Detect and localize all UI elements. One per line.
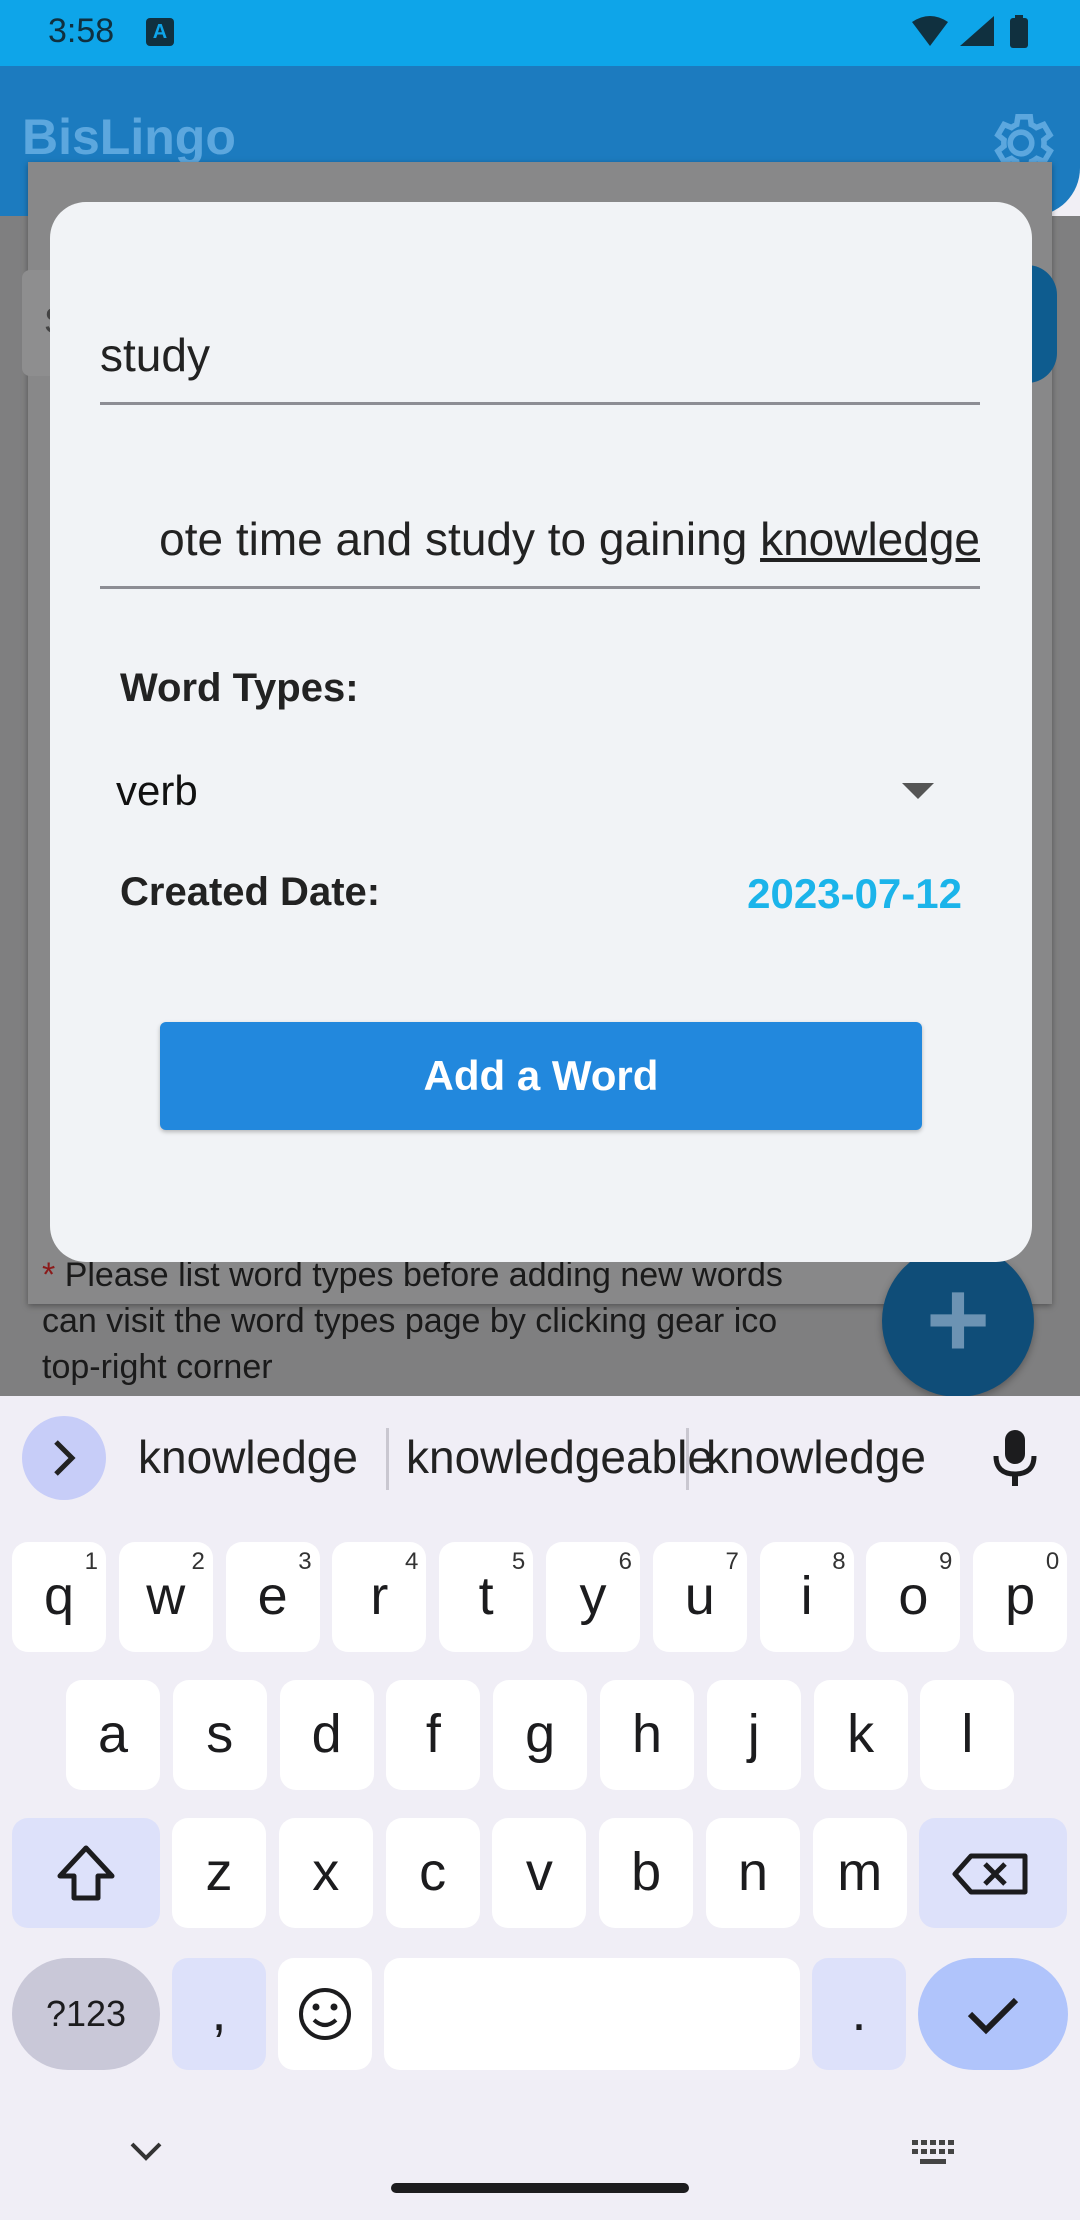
backspace-icon bbox=[952, 1853, 1028, 1895]
key-q[interactable]: 1q bbox=[12, 1542, 106, 1652]
mic-icon[interactable] bbox=[990, 1426, 1040, 1495]
keyboard-switch-icon[interactable] bbox=[910, 2138, 956, 2173]
key-c[interactable]: c bbox=[385, 1818, 480, 1928]
comma-key[interactable]: , bbox=[172, 1958, 266, 2070]
emoji-icon bbox=[299, 1988, 351, 2040]
definition-input-value: ote time and study to gaining knowledge bbox=[159, 513, 980, 565]
soft-keyboard: knowledge knowledgeable knowledge l 1q2w… bbox=[0, 1396, 1080, 2220]
suggestion-1[interactable]: knowledge bbox=[138, 1430, 358, 1484]
note-line-3: top-right corner bbox=[42, 1348, 273, 1386]
key-a[interactable]: a bbox=[66, 1680, 160, 1790]
note-star: * bbox=[42, 1256, 56, 1294]
key-t[interactable]: 5t bbox=[439, 1542, 534, 1652]
caret-down-icon bbox=[902, 783, 934, 799]
status-time: 3:58 bbox=[48, 12, 115, 50]
shift-key[interactable] bbox=[12, 1818, 160, 1928]
suggestion-3[interactable]: knowledge l bbox=[706, 1430, 936, 1484]
word-type-selected: verb bbox=[116, 767, 198, 814]
key-j[interactable]: j bbox=[706, 1680, 801, 1790]
word-type-dropdown[interactable]: verb bbox=[116, 767, 996, 827]
note-line-2: can visit the word types page by clickin… bbox=[42, 1302, 778, 1340]
key-m[interactable]: m bbox=[812, 1818, 907, 1928]
shift-icon bbox=[57, 1845, 115, 1901]
app-title: BisLingo bbox=[22, 109, 236, 165]
notification-icon: A bbox=[146, 18, 174, 46]
suggestion-2[interactable]: knowledgeable bbox=[406, 1430, 713, 1484]
add-fab-button: + bbox=[882, 1245, 1034, 1397]
done-key[interactable] bbox=[918, 1958, 1068, 2070]
key-y[interactable]: 6y bbox=[546, 1542, 640, 1652]
backspace-key[interactable] bbox=[919, 1818, 1067, 1928]
status-bar: 3:58 A bbox=[0, 0, 1080, 66]
definition-input[interactable]: ote time and study to gaining knowledge bbox=[100, 466, 980, 589]
hide-keyboard-chevron-icon[interactable] bbox=[128, 2140, 164, 2169]
key-i[interactable]: 8i bbox=[759, 1542, 854, 1652]
key-l[interactable]: l bbox=[920, 1680, 1015, 1790]
word-types-note: * Please list word types before adding n… bbox=[42, 1252, 942, 1390]
space-key[interactable] bbox=[384, 1958, 800, 2070]
key-e[interactable]: 3e bbox=[225, 1542, 320, 1652]
wifi-signal-battery-icon bbox=[912, 15, 1028, 48]
created-date-label: Created Date: bbox=[120, 870, 381, 914]
period-key[interactable]: . bbox=[812, 1958, 906, 2070]
expand-suggestions-button[interactable] bbox=[22, 1416, 106, 1500]
home-indicator[interactable] bbox=[391, 2183, 689, 2193]
key-f[interactable]: f bbox=[386, 1680, 481, 1790]
key-s[interactable]: s bbox=[172, 1680, 267, 1790]
suggestion-divider bbox=[386, 1428, 389, 1490]
add-word-dialog: study ote time and study to gaining know… bbox=[50, 202, 1032, 1262]
composing-word: knowledge bbox=[760, 513, 980, 565]
status-icons bbox=[910, 14, 1040, 55]
word-types-label: Word Types: bbox=[120, 666, 359, 710]
key-k[interactable]: k bbox=[813, 1680, 908, 1790]
word-input[interactable]: study bbox=[100, 282, 980, 405]
key-o[interactable]: 9o bbox=[866, 1542, 961, 1652]
key-v[interactable]: v bbox=[492, 1818, 587, 1928]
key-r[interactable]: 4r bbox=[332, 1542, 427, 1652]
word-input-value: study bbox=[100, 329, 210, 381]
key-w[interactable]: 2w bbox=[118, 1542, 213, 1652]
add-word-button[interactable]: Add a Word bbox=[160, 1022, 922, 1130]
key-g[interactable]: g bbox=[493, 1680, 588, 1790]
created-date-value[interactable]: 2023-07-12 bbox=[747, 870, 962, 918]
suggestion-divider bbox=[686, 1428, 689, 1490]
key-u[interactable]: 7u bbox=[652, 1542, 747, 1652]
checkmark-icon bbox=[967, 1997, 1019, 2035]
emoji-key[interactable] bbox=[278, 1958, 372, 2070]
key-b[interactable]: b bbox=[599, 1818, 694, 1928]
key-d[interactable]: d bbox=[279, 1680, 374, 1790]
key-h[interactable]: h bbox=[600, 1680, 694, 1790]
plus-icon: + bbox=[925, 1258, 991, 1381]
chevron-right-icon bbox=[54, 1440, 76, 1476]
key-n[interactable]: n bbox=[706, 1818, 800, 1928]
key-p[interactable]: 0p bbox=[973, 1542, 1068, 1652]
key-z[interactable]: z bbox=[172, 1818, 266, 1928]
key-x[interactable]: x bbox=[278, 1818, 373, 1928]
symbols-key[interactable]: ?123 bbox=[12, 1958, 160, 2070]
